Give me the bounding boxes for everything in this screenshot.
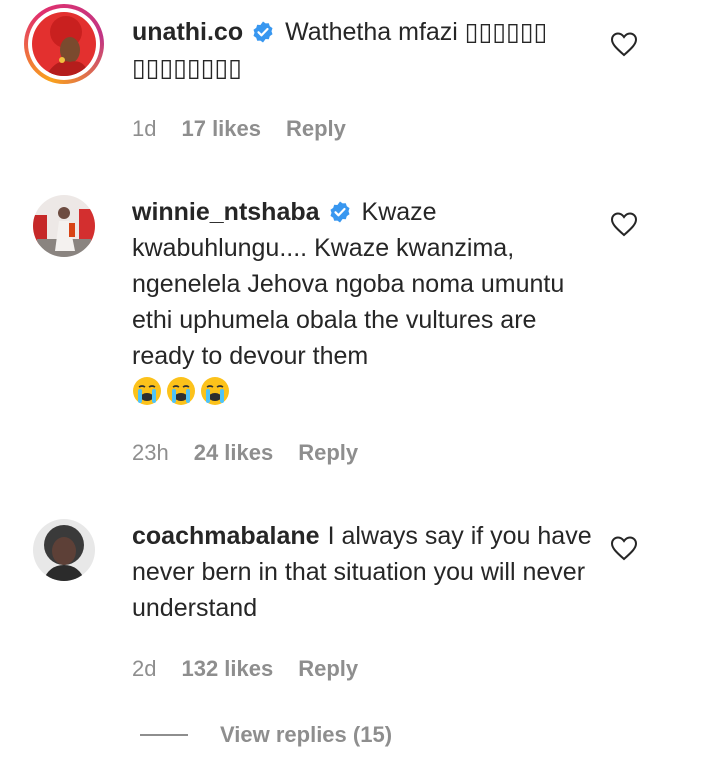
comment-time: 2d [132, 656, 157, 681]
crying-face-emoji [133, 377, 161, 405]
crying-face-emoji [201, 377, 229, 405]
avatar [33, 519, 95, 581]
reply-button[interactable]: Reply [298, 656, 358, 682]
comment-username[interactable]: winnie_ntshaba [132, 198, 320, 226]
replies-divider [140, 734, 188, 736]
comment-body: coachmabalane I always say if you have ne… [132, 518, 592, 626]
avatar-wrap[interactable] [24, 510, 104, 590]
comment-body: winnie_ntshaba Kwaze kwabuhlungu.... Kwaz… [132, 194, 592, 406]
reply-button[interactable]: Reply [286, 116, 346, 142]
comment-body: unathi.co Wathetha mfazi ▯▯▯▯▯▯ ▯▯▯▯▯▯▯▯ [132, 14, 592, 86]
emoji-row [132, 376, 592, 406]
verified-badge-icon [330, 201, 350, 223]
view-replies-button[interactable]: View replies (15) [140, 722, 392, 748]
comment-meta: 23h 24 likes Reply [132, 440, 358, 466]
comment-likes[interactable]: 17 likes [181, 116, 261, 142]
reply-button[interactable]: Reply [298, 440, 358, 466]
verified-badge-icon [253, 21, 273, 43]
heart-outline-icon[interactable] [610, 31, 638, 57]
heart-outline-icon[interactable] [610, 211, 638, 237]
avatar-story-ring[interactable] [24, 4, 104, 84]
comment-likes[interactable]: 132 likes [181, 656, 273, 682]
comment-meta: 1d 17 likes Reply [132, 116, 346, 142]
avatar [33, 195, 95, 257]
crying-face-emoji [167, 377, 195, 405]
comment-username[interactable]: coachmabalane [132, 522, 320, 550]
comment-username[interactable]: unathi.co [132, 18, 243, 46]
avatar [32, 12, 96, 76]
comment-meta: 2d 132 likes Reply [132, 656, 358, 682]
view-replies-label[interactable]: View replies (15) [220, 722, 392, 748]
heart-outline-icon[interactable] [610, 535, 638, 561]
comment-likes[interactable]: 24 likes [194, 440, 274, 466]
avatar-wrap[interactable] [24, 186, 104, 266]
comment-time: 23h [132, 440, 169, 465]
comment-time: 1d [132, 116, 157, 141]
